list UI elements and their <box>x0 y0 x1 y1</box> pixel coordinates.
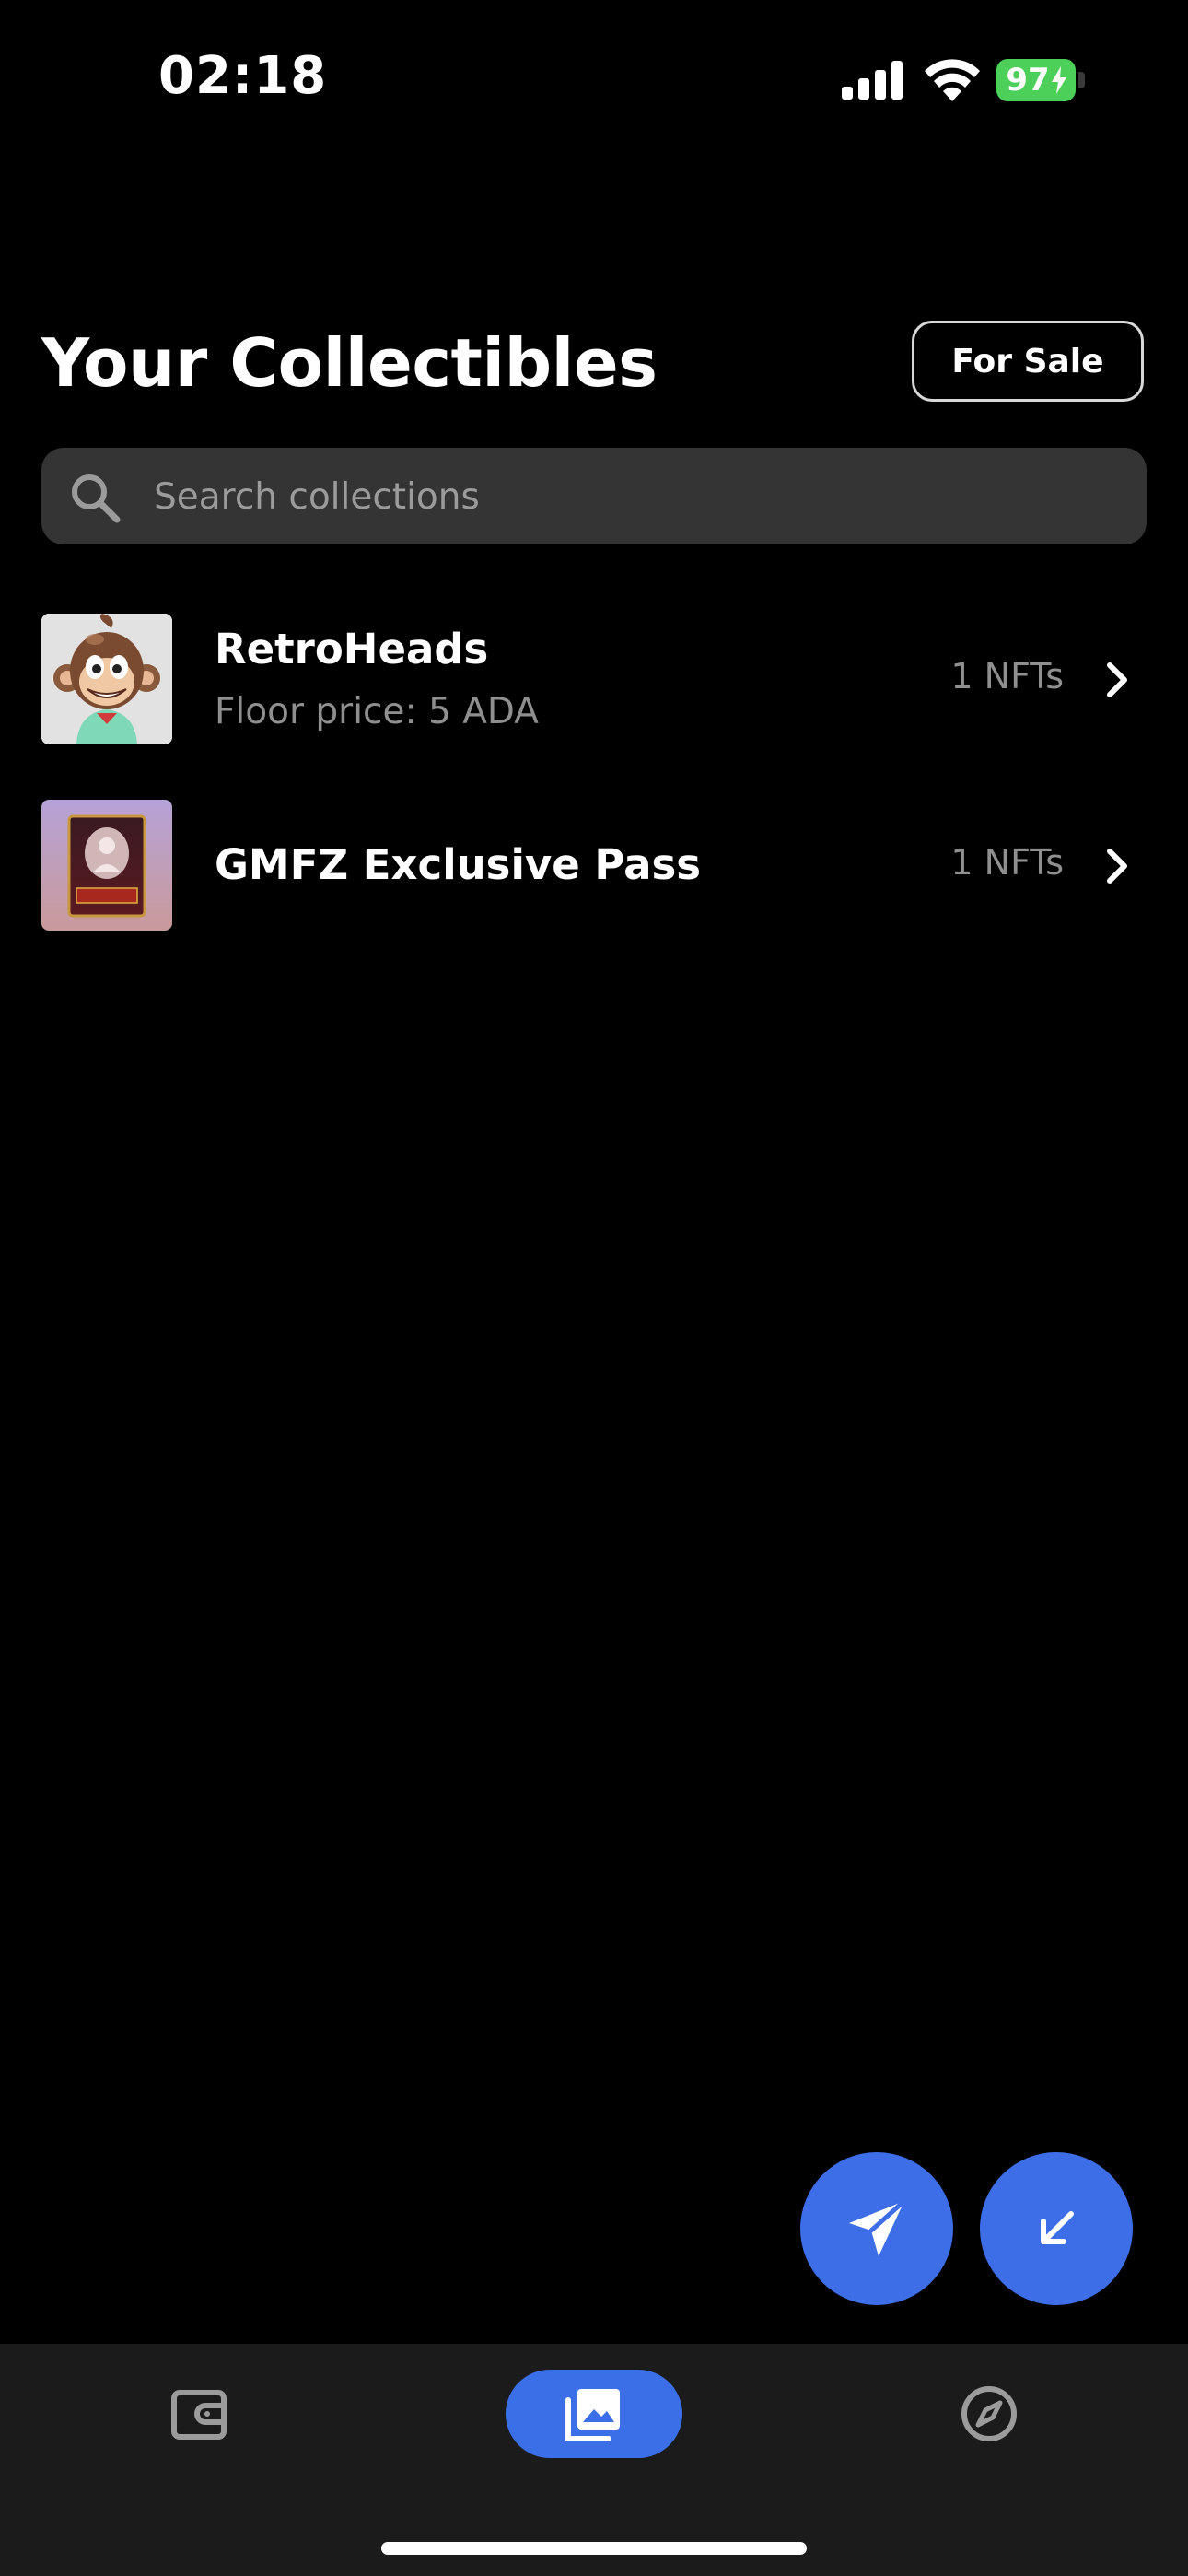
paper-plane-icon <box>849 2198 907 2256</box>
page-title: Your Collectibles <box>41 324 658 402</box>
search-input[interactable] <box>152 448 1113 546</box>
chevron-right-icon <box>1107 662 1127 697</box>
nav-discover[interactable] <box>943 2370 1035 2458</box>
cartoon-monkey-icon <box>41 614 172 744</box>
collection-nft-count: 1 NFTs <box>950 842 1064 883</box>
chevron-right-icon <box>1107 849 1127 884</box>
exclusive-pass-card-icon <box>41 800 172 931</box>
compass-icon <box>961 2386 1017 2441</box>
status-bar: 02:18 97 <box>0 0 1188 166</box>
collection-item-retroheads[interactable]: RetroHeads Floor price: 5 ADA 1 NFTs <box>41 614 1147 744</box>
arrow-down-left-icon <box>1041 2211 1074 2244</box>
search-icon <box>72 474 121 523</box>
collection-nft-count: 1 NFTs <box>950 656 1064 697</box>
gallery-icon <box>565 2389 620 2441</box>
for-sale-button[interactable]: For Sale <box>912 321 1144 402</box>
collection-floor-price: Floor price: 5 ADA <box>215 691 539 732</box>
search-bar[interactable] <box>41 448 1147 546</box>
battery-cap <box>1078 72 1085 88</box>
cellular-signal-icon <box>842 61 903 100</box>
charging-bolt-icon <box>1051 66 1066 94</box>
collection-item-gmfz-exclusive-pass[interactable]: GMFZ Exclusive Pass 1 NFTs <box>41 800 1147 931</box>
battery-level: 97 <box>996 59 1076 101</box>
nav-collectibles[interactable] <box>506 2370 682 2458</box>
battery-indicator: 97 <box>996 59 1085 101</box>
wifi-icon <box>925 59 980 101</box>
receive-button[interactable] <box>980 2152 1133 2305</box>
nav-wallet[interactable] <box>153 2370 245 2458</box>
collection-thumbnail <box>41 800 172 931</box>
wallet-icon <box>171 2390 227 2440</box>
collection-thumbnail <box>41 614 172 744</box>
collection-name: RetroHeads <box>215 625 489 673</box>
send-button[interactable] <box>800 2152 953 2305</box>
collection-name: GMFZ Exclusive Pass <box>215 840 702 889</box>
home-indicator[interactable] <box>381 2542 807 2555</box>
battery-percent: 97 <box>1006 62 1050 99</box>
status-time: 02:18 <box>158 46 328 106</box>
